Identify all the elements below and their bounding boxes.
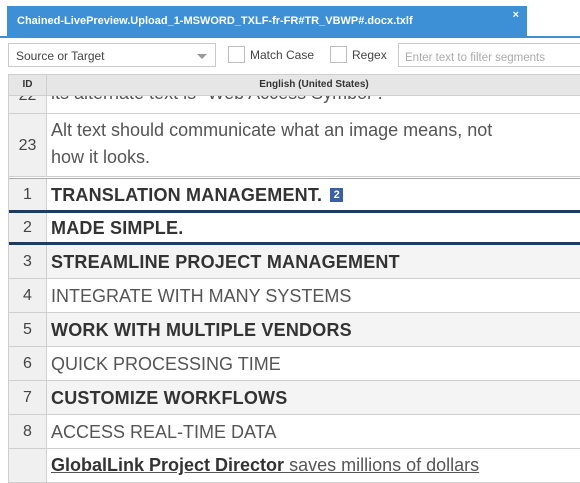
segment-id: 3 (9, 245, 47, 278)
segment-row-5[interactable]: 5 WORK WITH MULTIPLE VENDORS (9, 313, 580, 347)
document-tab[interactable]: Chained-LivePreview.Upload_1-MSWORD_TXLF… (7, 6, 527, 36)
segment-source-text: WORK WITH MULTIPLE VENDORS (51, 320, 352, 340)
segment-source-text: MADE SIMPLE. (51, 218, 184, 238)
segment-source-text: GlobalLink Project Director saves millio… (51, 455, 575, 476)
source-target-select-value: Source or Target (16, 49, 105, 63)
segment-row-8[interactable]: 8 ACCESS REAL-TIME DATA (9, 415, 580, 449)
segment-source-text: CUSTOMIZE WORKFLOWS (51, 388, 288, 408)
segment-row-7[interactable]: 7 CUSTOMIZE WORKFLOWS (9, 381, 580, 415)
segment-id: 8 (9, 415, 47, 448)
segment-row-6[interactable]: 6 QUICK PROCESSING TIME (9, 347, 580, 381)
segment-row-3[interactable]: 3 STREAMLINE PROJECT MANAGEMENT (9, 245, 580, 279)
segment-row-1[interactable]: 1 TRANSLATION MANAGEMENT. 2 (9, 178, 580, 211)
segment-row-partial[interactable]: GlobalLink Project Director saves millio… (9, 449, 580, 483)
segment-id: 23 (9, 114, 47, 176)
segment-row-2[interactable]: 2 MADE SIMPLE. (9, 213, 580, 243)
segment-id: 5 (9, 313, 47, 346)
match-case-label: Match Case (250, 48, 315, 62)
segment-source-text: TRANSLATION MANAGEMENT. 2 (51, 185, 575, 206)
segment-id: 6 (9, 347, 47, 380)
document-tab-title: Chained-LivePreview.Upload_1-MSWORD_TXLF… (17, 15, 413, 27)
segment-id: 1 (9, 179, 47, 210)
segment-source-text: QUICK PROCESSING TIME (51, 354, 281, 374)
filter-segments-input[interactable] (398, 43, 580, 67)
regex-checkbox[interactable] (330, 46, 347, 63)
segment-source-text-line2: how it looks. (51, 147, 151, 167)
column-header-source[interactable]: English (United States) (47, 75, 580, 95)
segment-id: 4 (9, 279, 47, 312)
segment-row-4[interactable]: 4 INTEGRATE WITH MANY SYSTEMS (9, 279, 580, 313)
segment-source-text: INTEGRATE WITH MANY SYSTEMS (51, 286, 352, 306)
column-header-id[interactable]: ID (9, 75, 47, 96)
segment-source-text: ACCESS REAL-TIME DATA (51, 422, 277, 442)
filter-toolbar: Source or Target Match Case Regex (0, 38, 580, 74)
segment-source-text-line1: Alt text should communicate what an imag… (51, 120, 493, 140)
match-case-checkbox[interactable] (228, 46, 245, 63)
segment-id: 2 (9, 213, 47, 243)
segment-row-23[interactable]: 23 Alt text should communicate what an i… (9, 114, 580, 177)
close-icon[interactable]: × (513, 9, 519, 21)
tag-badge[interactable]: 2 (330, 188, 344, 202)
segment-id: 7 (9, 381, 47, 414)
segment-text-rest: saves millions of dollars (284, 455, 480, 475)
segment-source-text: STREAMLINE PROJECT MANAGEMENT (51, 252, 400, 272)
segment-grid: 22 its alternate text is "Web Access Sym… (8, 74, 580, 483)
grid-header: ID English (United States) (9, 74, 580, 96)
segment-id (9, 449, 47, 482)
segment-text-bold: GlobalLink Project Director (51, 455, 285, 475)
regex-label: Regex (352, 48, 387, 62)
chevron-down-icon (197, 54, 207, 59)
source-target-select[interactable]: Source or Target (8, 43, 216, 67)
segment-text: TRANSLATION MANAGEMENT. (51, 185, 323, 205)
